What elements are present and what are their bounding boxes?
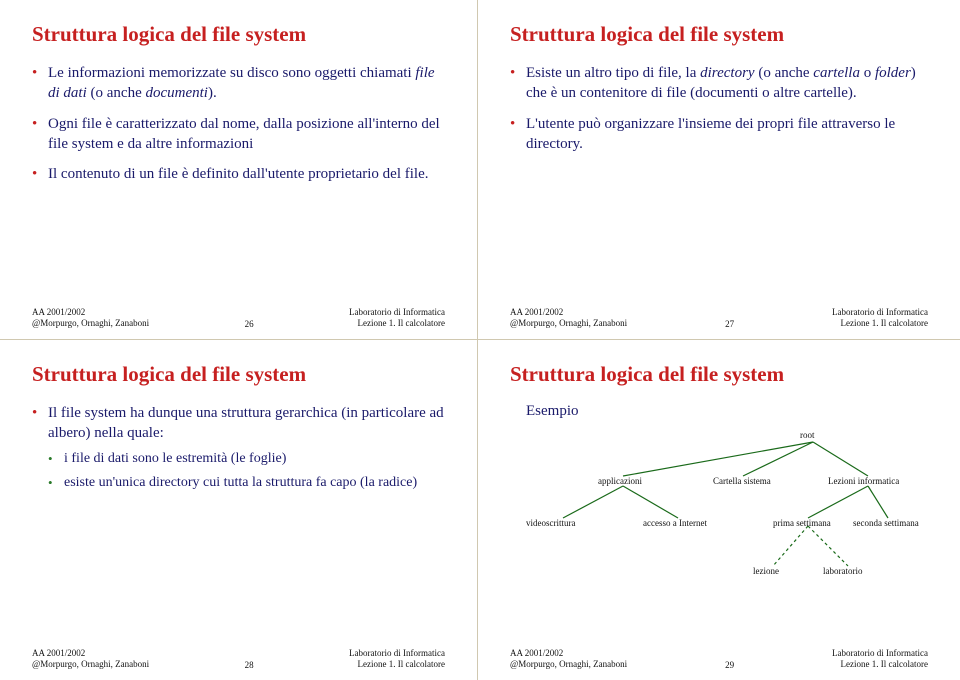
tree-node: applicazioni <box>598 476 642 486</box>
bullet: Ogni file è caratterizzato dal nome, dal… <box>32 114 445 155</box>
slide-title: Struttura logica del file system <box>32 362 445 387</box>
footer-year: AA 2001/2002 <box>32 648 149 659</box>
footer-authors: @Morpurgo, Ornaghi, Zanaboni <box>510 318 627 329</box>
tree-node: lezione <box>753 566 779 576</box>
slide-28: Struttura logica del file system Il file… <box>0 340 478 680</box>
sub-bullet: esiste un'unica directory cui tutta la s… <box>48 474 445 493</box>
tree-edges <box>518 426 928 606</box>
footer-course: Laboratorio di Informatica <box>832 307 928 318</box>
footer-authors: @Morpurgo, Ornaghi, Zanaboni <box>32 659 149 670</box>
slide-29: Struttura logica del file system Esempio… <box>478 340 960 680</box>
footer-authors: @Morpurgo, Ornaghi, Zanaboni <box>32 318 149 329</box>
slide-footer: AA 2001/2002 @Morpurgo, Ornaghi, Zanabon… <box>510 307 928 329</box>
example-label: Esempio <box>510 403 928 420</box>
slide-title: Struttura logica del file system <box>510 22 928 47</box>
bullet: Il file system ha dunque una struttura g… <box>32 403 445 493</box>
slide-number: 29 <box>725 660 734 670</box>
bullet-list: Le informazioni memorizzate su disco son… <box>32 63 445 184</box>
footer-lesson: Lezione 1. Il calcolatore <box>832 318 928 329</box>
slide-number: 28 <box>245 660 254 670</box>
tree-node: Cartella sistema <box>713 476 771 486</box>
tree-node: accesso a Internet <box>643 518 707 528</box>
tree-diagram: root applicazioni Cartella sistema Lezio… <box>518 426 928 606</box>
slide-number: 26 <box>245 319 254 329</box>
bullet: Il contenuto di un file è definito dall'… <box>32 164 445 184</box>
footer-course: Laboratorio di Informatica <box>832 648 928 659</box>
tree-node: laboratorio <box>823 566 863 576</box>
slide-number: 27 <box>725 319 734 329</box>
slide-footer: AA 2001/2002 @Morpurgo, Ornaghi, Zanabon… <box>32 307 445 329</box>
tree-node-root: root <box>800 430 815 440</box>
footer-course: Laboratorio di Informatica <box>349 307 445 318</box>
bullet: Le informazioni memorizzate su disco son… <box>32 63 445 104</box>
slide-title: Struttura logica del file system <box>510 362 928 387</box>
tree-node: prima settimana <box>773 518 831 528</box>
tree-node: seconda settimana <box>853 518 919 528</box>
footer-year: AA 2001/2002 <box>510 307 627 318</box>
slide-footer: AA 2001/2002 @Morpurgo, Ornaghi, Zanabon… <box>510 648 928 670</box>
footer-lesson: Lezione 1. Il calcolatore <box>349 659 445 670</box>
footer-year: AA 2001/2002 <box>510 648 627 659</box>
bullet: Esiste un altro tipo di file, la directo… <box>510 63 928 104</box>
tree-node: Lezioni informatica <box>828 476 899 486</box>
footer-authors: @Morpurgo, Ornaghi, Zanaboni <box>510 659 627 670</box>
slide-footer: AA 2001/2002 @Morpurgo, Ornaghi, Zanabon… <box>32 648 445 670</box>
slide-26: Struttura logica del file system Le info… <box>0 0 478 340</box>
footer-year: AA 2001/2002 <box>32 307 149 318</box>
tree-node: videoscrittura <box>526 518 575 528</box>
footer-lesson: Lezione 1. Il calcolatore <box>349 318 445 329</box>
bullet: L'utente può organizzare l'insieme dei p… <box>510 114 928 155</box>
footer-course: Laboratorio di Informatica <box>349 648 445 659</box>
sub-bullet-list: i file di dati sono le estremità (le fog… <box>48 450 445 494</box>
bullet-list: Esiste un altro tipo di file, la directo… <box>510 63 928 154</box>
footer-lesson: Lezione 1. Il calcolatore <box>832 659 928 670</box>
slide-title: Struttura logica del file system <box>32 22 445 47</box>
slide-27: Struttura logica del file system Esiste … <box>478 0 960 340</box>
sub-bullet: i file di dati sono le estremità (le fog… <box>48 450 445 469</box>
bullet-list: Il file system ha dunque una struttura g… <box>32 403 445 493</box>
